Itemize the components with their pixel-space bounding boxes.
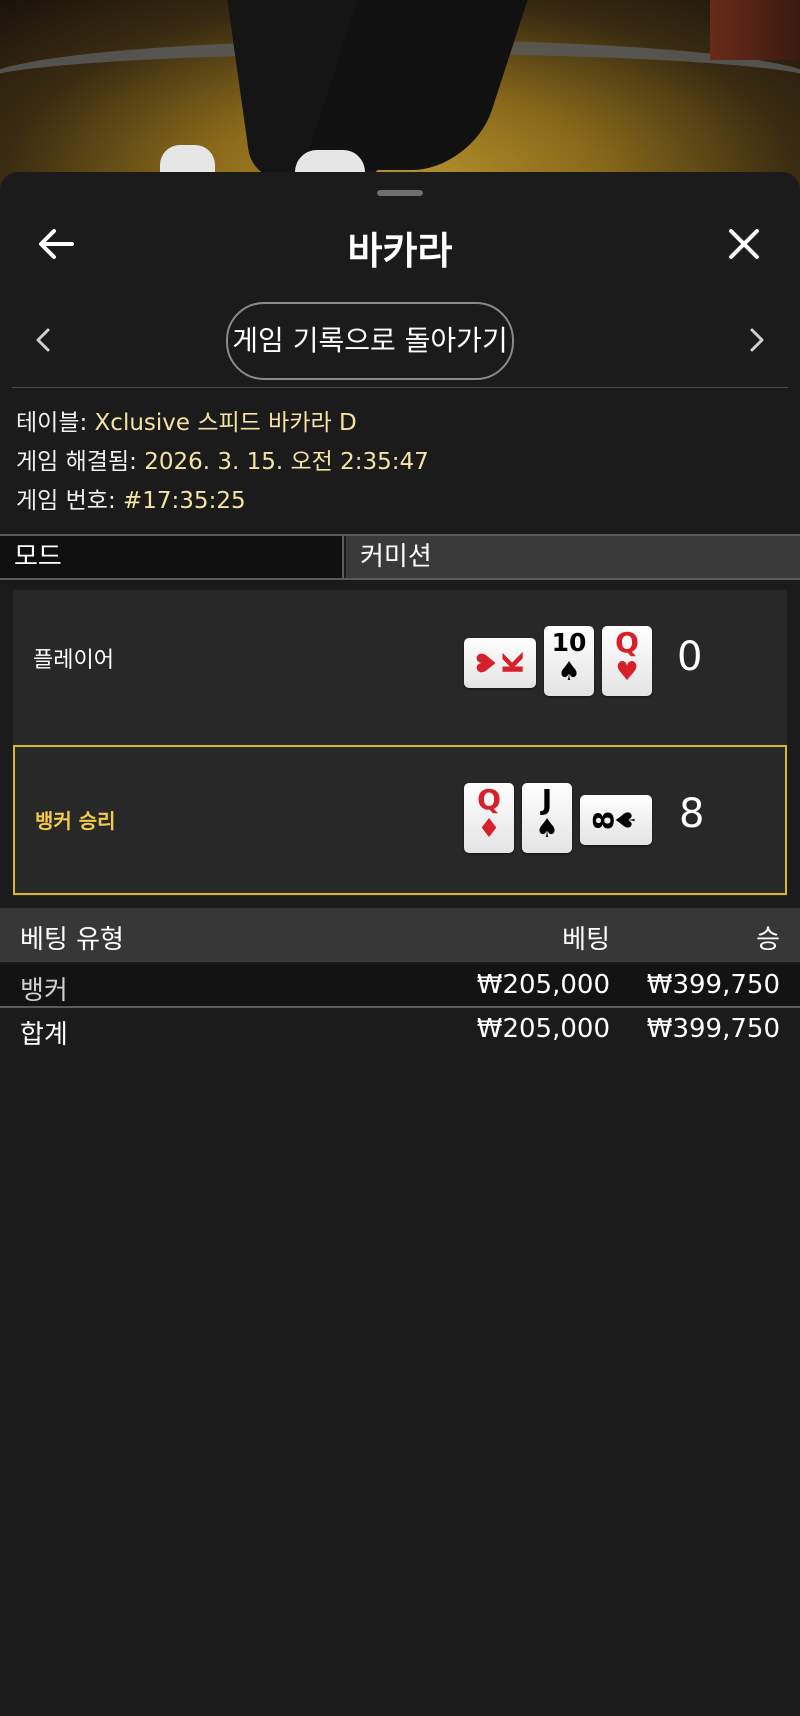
bets-table-header: 베팅 유형 베팅 승 — [0, 908, 800, 962]
card-suit: ♠ — [535, 814, 559, 844]
sheet-header: 바카라 — [0, 212, 800, 273]
mode-bar: 모드 커미션 — [0, 534, 800, 580]
resolved-label: 게임 해결됨: — [16, 449, 137, 475]
table-value: Xclusive 스피드 바카라 D — [94, 410, 357, 436]
game-number-value: #17:35:25 — [123, 488, 246, 514]
table-row: 뱅커 ₩205,000 ₩399,750 — [0, 964, 800, 1008]
bet-amount-header: 베팅 — [562, 925, 610, 955]
game-number-row: 게임 번호: #17:35:25 — [16, 482, 786, 521]
resolved-value: 2026. 3. 15. 오전 2:35:47 — [144, 449, 429, 475]
sheet-drag-handle[interactable] — [377, 190, 423, 196]
banker-hand: 뱅커 승리 Q ♦ J ♠ 8 ♠ 8 — [13, 745, 787, 895]
next-game-button[interactable] — [742, 322, 772, 358]
card-suit: ♦ — [477, 814, 501, 844]
banker-card-3: 8 ♠ — [580, 795, 652, 845]
bet-type-header: 베팅 유형 — [20, 925, 124, 955]
banker-score: 8 — [679, 791, 705, 837]
resolved-info-row: 게임 해결됨: 2026. 3. 15. 오전 2:35:47 — [16, 443, 786, 482]
divider — [12, 387, 788, 388]
close-icon — [729, 229, 759, 259]
table-info-row: 테이블: Xclusive 스피드 바카라 D — [16, 404, 786, 443]
player-card-2: 10 ♠ — [544, 626, 594, 696]
live-video-background — [0, 0, 800, 190]
player-hand: 플레이어 ♥ K 10 ♠ Q ♥ 0 — [13, 590, 787, 740]
close-button[interactable] — [722, 222, 766, 266]
win-amount: ₩399,750 — [646, 970, 780, 1000]
mode-label: 모드 — [0, 536, 344, 578]
bet-amount: ₩205,000 — [476, 970, 610, 1000]
card-suit: ♥ — [615, 657, 639, 687]
chevron-left-icon — [36, 328, 50, 352]
background-decor — [710, 0, 800, 60]
win-amount-header: 승 — [756, 925, 780, 955]
banker-card-1: Q ♦ — [464, 783, 514, 853]
mode-value: 커미션 — [346, 536, 800, 578]
game-info: 테이블: Xclusive 스피드 바카라 D 게임 해결됨: 2026. 3.… — [16, 404, 786, 521]
total-row: 합계 ₩205,000 ₩399,750 — [0, 1008, 800, 1050]
bet-type: 뱅커 — [20, 976, 68, 1006]
total-win: ₩399,750 — [646, 1014, 780, 1044]
card-rank: K — [496, 652, 530, 674]
card-suit: ♠ — [611, 808, 642, 832]
player-card-1: ♥ K — [464, 638, 536, 688]
card-rank: Q — [615, 626, 639, 659]
chevron-right-icon — [750, 328, 764, 352]
player-label: 플레이어 — [33, 648, 114, 673]
banker-win-label: 뱅커 승리 — [35, 809, 116, 833]
total-bet: ₩205,000 — [476, 1014, 610, 1044]
game-detail-sheet: 바카라 게임 기록으로 돌아가기 테이블: Xclusive 스피드 바카라 D… — [0, 172, 800, 1716]
banker-card-2: J ♠ — [522, 783, 572, 853]
card-rank: Q — [477, 783, 501, 816]
card-rank: J — [541, 783, 553, 816]
card-suit: ♠ — [557, 657, 581, 687]
player-card-3: Q ♥ — [602, 626, 652, 696]
total-label: 합계 — [20, 1020, 68, 1050]
hand-results: 플레이어 ♥ K 10 ♠ Q ♥ 0 뱅커 승리 Q ♦ J ♠ 8 ♠ 8 — [13, 590, 787, 896]
table-label: 테이블: — [16, 410, 88, 436]
card-rank: 10 — [551, 628, 587, 657]
player-score: 0 — [677, 634, 703, 680]
previous-game-button[interactable] — [28, 322, 58, 358]
game-number-label: 게임 번호: — [16, 488, 116, 514]
page-title: 바카라 — [347, 229, 453, 273]
game-navigation: 게임 기록으로 돌아가기 — [0, 300, 800, 380]
back-to-history-button[interactable]: 게임 기록으로 돌아가기 — [226, 302, 514, 380]
